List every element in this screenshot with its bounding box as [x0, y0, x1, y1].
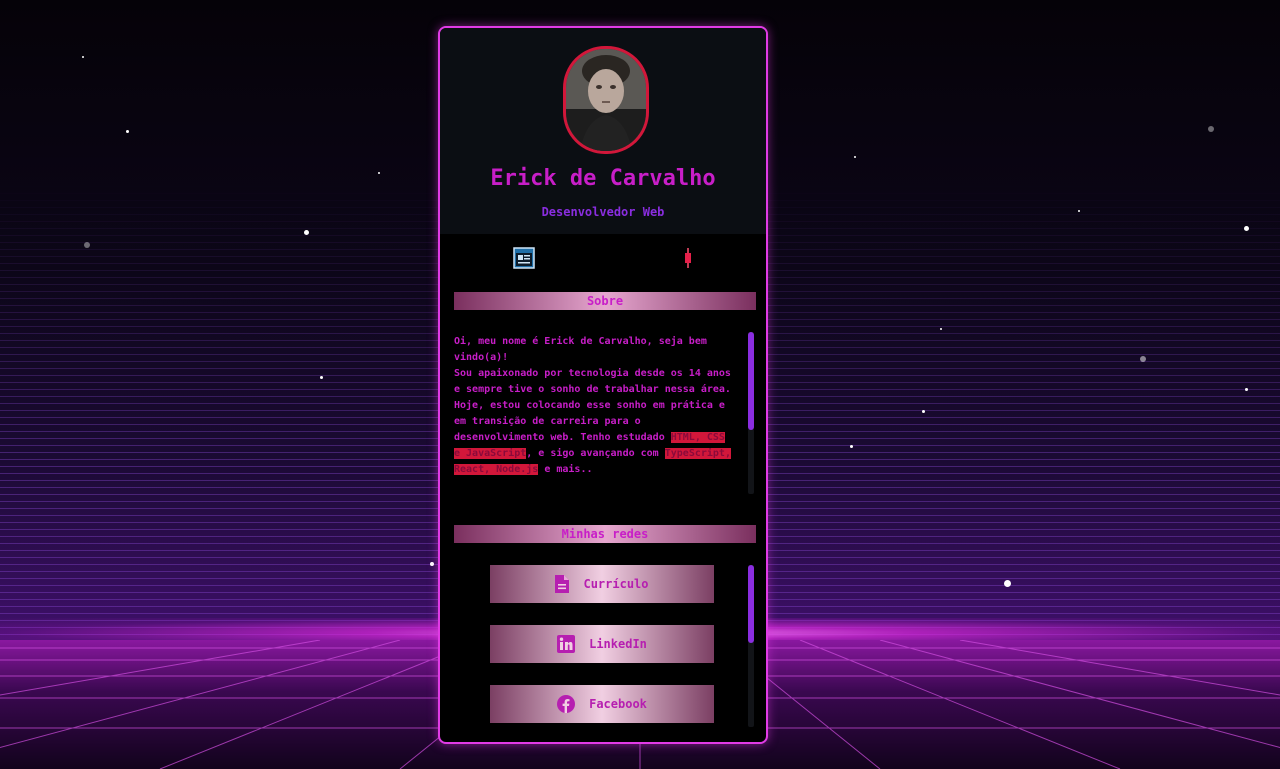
star [378, 172, 380, 174]
star [1004, 580, 1011, 587]
star [940, 328, 942, 330]
star [1244, 226, 1249, 231]
star [854, 156, 856, 158]
about-greeting: Oi, meu nome é Erick de Carvalho, seja b… [454, 336, 707, 363]
star [320, 376, 323, 379]
candle-icon[interactable] [676, 246, 700, 270]
profile-role: Desenvolvedor Web [541, 205, 665, 219]
about-end: e mais.. [538, 464, 593, 475]
linkedin-icon [557, 635, 576, 653]
star [84, 242, 90, 248]
star [82, 56, 84, 58]
star [1078, 210, 1080, 212]
about-scrollbar[interactable] [748, 332, 754, 494]
resume-label: Currículo [583, 577, 649, 591]
star [304, 230, 309, 235]
star [922, 410, 925, 413]
card-header: Erick de Carvalho Desenvolvedor Web [440, 28, 766, 234]
networks-heading: Minhas redes [454, 525, 756, 543]
star [1245, 388, 1248, 391]
linkedin-button[interactable]: LinkedIn [490, 625, 714, 663]
star [1208, 126, 1214, 132]
profile-name: Erick de Carvalho [490, 166, 716, 191]
facebook-icon [557, 695, 576, 713]
profile-card: Erick de Carvalho Desenvolvedor Web Sobr… [438, 26, 768, 744]
about-heading: Sobre [454, 292, 756, 310]
document-icon [555, 575, 570, 593]
avatar [563, 46, 649, 154]
networks-scrollbar[interactable] [748, 565, 754, 727]
facebook-label: Facebook [589, 697, 647, 711]
about-scrollbar-thumb[interactable] [748, 332, 754, 430]
star [430, 562, 434, 566]
resume-button[interactable]: Currículo [490, 565, 714, 603]
networks-scrollbar-thumb[interactable] [748, 565, 754, 643]
star [850, 445, 853, 448]
linkedin-label: LinkedIn [589, 637, 647, 651]
star [1140, 356, 1146, 362]
facebook-button[interactable]: Facebook [490, 685, 714, 723]
about-middle: , e sigo avançando com [526, 448, 665, 459]
window-icon[interactable] [512, 246, 536, 270]
about-text: Oi, meu nome é Erick de Carvalho, seja b… [454, 334, 736, 494]
star [126, 130, 129, 133]
tab-bar [440, 234, 766, 284]
